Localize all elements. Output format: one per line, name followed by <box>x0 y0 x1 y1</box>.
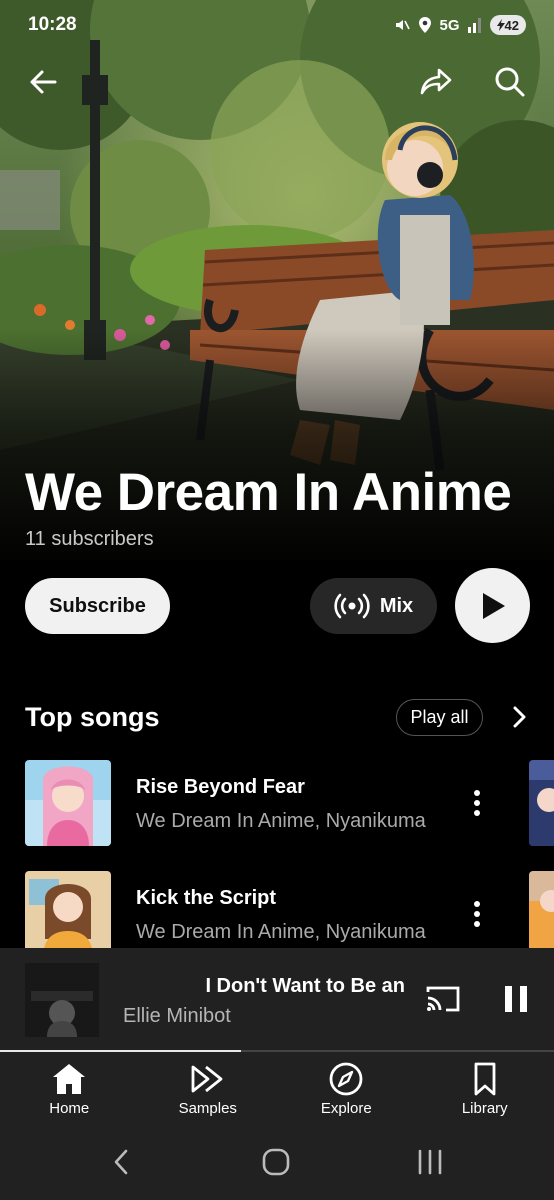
mix-button[interactable]: Mix <box>310 578 437 634</box>
back-button[interactable] <box>21 60 65 104</box>
nav-item-home[interactable]: Home <box>0 1052 139 1132</box>
search-icon <box>495 67 525 97</box>
next-column-peek-thumbnail[interactable] <box>529 760 554 846</box>
subscribe-label: Subscribe <box>49 594 146 617</box>
compass-icon <box>329 1062 363 1096</box>
nav-item-library[interactable]: Library <box>416 1052 554 1132</box>
radio-mix-icon <box>334 593 370 619</box>
more-vertical-icon <box>474 790 480 816</box>
nav-label-library: Library <box>461 1100 508 1117</box>
play-button[interactable] <box>455 568 530 643</box>
cast-button[interactable] <box>422 982 464 1016</box>
home-icon <box>53 1064 86 1094</box>
chevron-right-icon <box>513 706 526 728</box>
signal-icon <box>467 18 481 33</box>
top-songs-title: Top songs <box>25 702 160 732</box>
song-more-button[interactable] <box>462 786 492 820</box>
network-label: 5G <box>439 16 460 34</box>
mini-player[interactable]: I Don't Want to Be an Ellie Minibot <box>0 948 554 1052</box>
charging-icon <box>496 19 505 31</box>
song-row[interactable]: Kick the Script We Dream In Anime, Nyani… <box>25 871 535 959</box>
mix-label: Mix <box>379 594 414 617</box>
system-home-icon <box>262 1148 290 1176</box>
bottom-nav: Home Samples Explore Library <box>0 1052 554 1132</box>
song-title: Rise Beyond Fear <box>136 776 305 798</box>
system-back-icon <box>114 1149 128 1175</box>
battery-indicator: 42 <box>489 15 526 35</box>
nav-label-samples: Samples <box>178 1100 237 1117</box>
now-playing-thumbnail <box>25 963 99 1037</box>
pause-icon <box>505 986 527 1012</box>
hero-gradient <box>0 330 554 560</box>
arrow-left-icon <box>30 70 57 94</box>
nav-label-explore: Explore <box>320 1100 372 1117</box>
play-icon <box>482 592 505 619</box>
system-recents-button[interactable] <box>410 1147 450 1177</box>
song-title: Kick the Script <box>136 887 277 909</box>
cast-icon <box>426 986 460 1012</box>
now-playing-artist: Ellie Minibot <box>123 1005 231 1027</box>
now-playing-title: I Don't Want to Be an <box>205 975 405 997</box>
song-thumbnail <box>25 871 111 957</box>
battery-level: 42 <box>504 17 519 33</box>
bookmark-icon <box>474 1062 496 1096</box>
mute-icon <box>395 20 410 30</box>
nav-item-explore[interactable]: Explore <box>277 1052 416 1132</box>
status-icons: 5G 42 <box>394 15 526 35</box>
artist-name: We Dream In Anime <box>25 463 512 522</box>
location-icon <box>418 17 431 33</box>
more-vertical-icon <box>474 901 480 927</box>
system-back-button[interactable] <box>101 1147 141 1177</box>
system-recents-icon <box>418 1149 442 1175</box>
nav-label-home: Home <box>49 1100 90 1117</box>
system-navigation-bar <box>0 1132 554 1200</box>
status-time: 10:28 <box>28 14 77 35</box>
play-all-button[interactable]: Play all <box>396 699 483 736</box>
top-songs-next-button[interactable] <box>505 702 535 732</box>
next-column-peek-thumbnail[interactable] <box>529 871 554 957</box>
status-bar: 10:28 5G 42 <box>0 0 554 50</box>
song-artist: We Dream In Anime, Nyanikuma <box>136 810 426 832</box>
share-icon <box>420 68 452 95</box>
system-home-button[interactable] <box>256 1147 296 1177</box>
subscriber-count: 11 subscribers <box>25 528 154 550</box>
song-artist: We Dream In Anime, Nyanikuma <box>136 921 426 943</box>
artist-hero: 10:28 5G 42 We Dream In Anime 11 subscri… <box>0 0 554 560</box>
song-thumbnail <box>25 760 111 846</box>
samples-icon <box>191 1065 223 1093</box>
pause-button[interactable] <box>498 982 534 1016</box>
song-row[interactable]: Rise Beyond Fear We Dream In Anime, Nyan… <box>25 760 535 848</box>
play-all-label: Play all <box>410 707 469 727</box>
nav-item-samples[interactable]: Samples <box>139 1052 278 1132</box>
subscribe-button[interactable]: Subscribe <box>25 578 170 634</box>
share-button[interactable] <box>414 60 458 104</box>
song-more-button[interactable] <box>462 897 492 931</box>
search-button[interactable] <box>488 60 532 104</box>
